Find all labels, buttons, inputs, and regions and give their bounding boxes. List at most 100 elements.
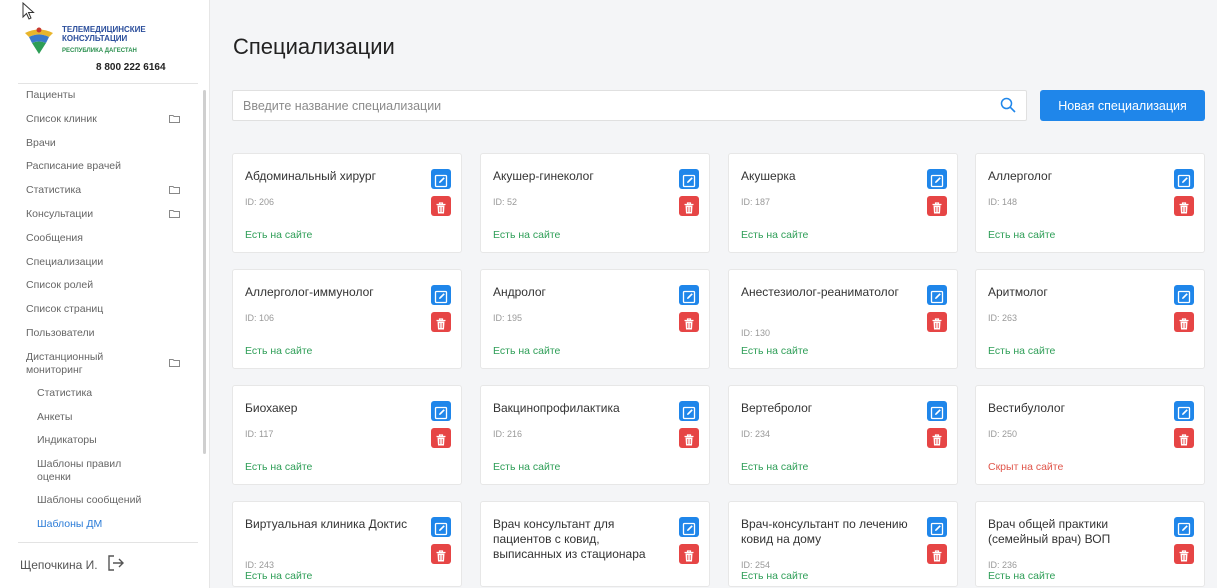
sidebar-item-label: Сообщения	[26, 231, 83, 244]
sidebar-item-schedule[interactable]: Расписание врачей	[26, 160, 202, 184]
edit-button[interactable]	[431, 285, 451, 305]
delete-button[interactable]	[927, 196, 947, 216]
specialization-name: Вертебролог	[741, 401, 813, 415]
edit-icon	[1177, 174, 1191, 187]
folder-icon	[169, 114, 180, 123]
trash-icon	[684, 201, 694, 213]
sidebar-item-pages[interactable]: Список страниц	[26, 303, 202, 327]
new-specialization-button[interactable]: Новая специализация	[1040, 90, 1205, 121]
sidebar-item-patients[interactable]: Пациенты	[26, 89, 202, 113]
visibility-status: Есть на сайте	[493, 461, 561, 473]
specialization-card: Вестибулолог ID: 250 Скрыт на сайте	[975, 385, 1205, 485]
edit-icon	[682, 174, 696, 187]
edit-button[interactable]	[1174, 401, 1194, 421]
delete-button[interactable]	[679, 428, 699, 448]
edit-button[interactable]	[679, 285, 699, 305]
sidebar-item-statistics[interactable]: Статистика	[26, 184, 202, 208]
delete-button[interactable]	[927, 428, 947, 448]
folder-icon	[169, 209, 180, 218]
visibility-status: Скрыт на сайте	[988, 461, 1064, 473]
delete-button[interactable]	[679, 196, 699, 216]
sidebar-item-label: Пациенты	[26, 89, 76, 101]
specialization-name: Вакцинопрофилактика	[493, 401, 620, 415]
sidebar-item-remote-monitoring[interactable]: Дистанционный мониторинг	[26, 351, 202, 387]
edit-button[interactable]	[431, 517, 451, 537]
specialization-name: Вестибулолог	[988, 401, 1065, 415]
sidebar-item-label: Специализации	[26, 255, 104, 268]
trash-icon	[436, 549, 446, 561]
edit-button[interactable]	[1174, 285, 1194, 305]
delete-button[interactable]	[431, 196, 451, 216]
delete-button[interactable]	[679, 544, 699, 564]
edit-icon	[1177, 522, 1191, 535]
delete-button[interactable]	[431, 428, 451, 448]
sidebar-subitem-rule-templates[interactable]: Шаблоны правил оценки	[26, 458, 202, 494]
edit-icon	[1177, 290, 1191, 303]
delete-button[interactable]	[1174, 196, 1194, 216]
sidebar-item-roles[interactable]: Список ролей	[26, 279, 202, 303]
brand-logo[interactable]: ТЕЛЕМЕДИЦИНСКИЕ КОНСУЛЬТАЦИИ РЕСПУБЛИКА …	[18, 22, 198, 78]
delete-button[interactable]	[927, 544, 947, 564]
sidebar-item-label: Пользователи	[26, 326, 95, 339]
specialization-card: Акушерка ID: 187 Есть на сайте	[728, 153, 958, 253]
logout-icon[interactable]	[107, 554, 125, 572]
delete-button[interactable]	[679, 312, 699, 332]
edit-button[interactable]	[1174, 169, 1194, 189]
delete-button[interactable]	[431, 312, 451, 332]
sidebar-subitem-dm-templates[interactable]: Шаблоны ДМ	[26, 518, 202, 542]
edit-icon	[434, 174, 448, 187]
edit-button[interactable]	[927, 285, 947, 305]
sidebar-scrollbar[interactable]	[203, 90, 206, 454]
visibility-status: Есть на сайте	[741, 345, 809, 357]
edit-button[interactable]	[927, 401, 947, 421]
specialization-name: Андролог	[493, 285, 546, 299]
sidebar-subitem-message-templates[interactable]: Шаблоны сообщений	[26, 494, 202, 518]
edit-button[interactable]	[431, 401, 451, 421]
delete-button[interactable]	[927, 312, 947, 332]
edit-button[interactable]	[679, 169, 699, 189]
sidebar-item-doctors[interactable]: Врачи	[26, 137, 202, 161]
edit-button[interactable]	[679, 401, 699, 421]
sidebar-item-label: Индикаторы	[37, 434, 97, 447]
sidebar-subitem-surveys[interactable]: Анкеты	[26, 411, 202, 435]
sidebar-subitem-indicators[interactable]: Индикаторы	[26, 434, 202, 458]
delete-button[interactable]	[1174, 312, 1194, 332]
sidebar-item-messages[interactable]: Сообщения	[26, 232, 202, 256]
visibility-status: Есть на сайте	[988, 345, 1056, 357]
delete-button[interactable]	[1174, 544, 1194, 564]
specialization-card: Акушер-гинеколог ID: 52 Есть на сайте	[480, 153, 710, 253]
edit-icon	[1177, 406, 1191, 419]
edit-button[interactable]	[679, 517, 699, 537]
edit-button[interactable]	[927, 517, 947, 537]
sidebar-divider	[18, 83, 198, 84]
edit-icon	[434, 522, 448, 535]
trash-icon	[1179, 549, 1189, 561]
sidebar-item-clinics[interactable]: Список клиник	[26, 113, 202, 137]
specialization-card: Врач общей практики (семейный врач) ВОП I…	[975, 501, 1205, 587]
trash-icon	[436, 433, 446, 445]
sidebar-subitem-statistics[interactable]: Статистика	[26, 387, 202, 411]
specialization-id: ID: 52	[493, 197, 518, 207]
edit-button[interactable]	[431, 169, 451, 189]
delete-button[interactable]	[431, 544, 451, 564]
sidebar-item-users[interactable]: Пользователи	[26, 327, 202, 351]
search-icon[interactable]	[1000, 97, 1016, 113]
specialization-card: Врач-консультант по лечению ковид на дом…	[728, 501, 958, 587]
edit-icon	[434, 406, 448, 419]
visibility-status: Есть на сайте	[493, 345, 561, 357]
specialization-card: Аритмолог ID: 263 Есть на сайте	[975, 269, 1205, 369]
edit-button[interactable]	[1174, 517, 1194, 537]
sidebar-item-consultations[interactable]: Консультации	[26, 208, 202, 232]
edit-button[interactable]	[927, 169, 947, 189]
edit-icon	[682, 406, 696, 419]
trash-icon	[684, 549, 694, 561]
specialization-id: ID: 148	[988, 197, 1018, 207]
specialization-name: Анестезиолог-реаниматолог	[741, 285, 899, 299]
folder-icon	[169, 186, 180, 195]
delete-button[interactable]	[1174, 428, 1194, 448]
search-input[interactable]	[233, 91, 973, 120]
sidebar-item-specializations[interactable]: Специализации	[26, 256, 202, 280]
specialization-id: ID: 117	[245, 429, 274, 439]
trash-icon	[932, 549, 942, 561]
specialization-card: Врач консультант для пациентов с ковид, …	[480, 501, 710, 587]
